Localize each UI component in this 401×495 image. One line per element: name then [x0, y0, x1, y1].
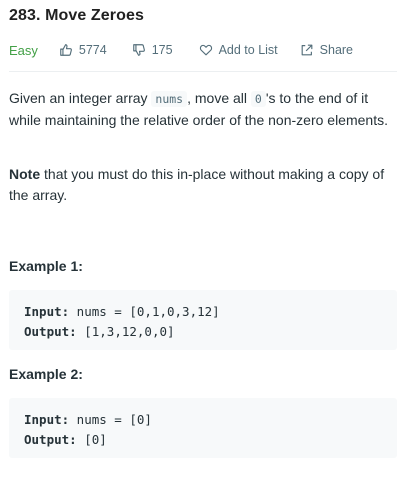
description-text: , move all — [187, 90, 251, 106]
example-input-line: Input: nums = [0] — [24, 410, 382, 430]
note-text: that you must do this in-place without m… — [9, 166, 385, 203]
note-label: Note — [9, 166, 41, 182]
inline-code-zero: 0 — [250, 91, 266, 107]
example-input-line: Input: nums = [0,1,0,3,12] — [24, 302, 382, 322]
dislikes-count: 175 — [151, 43, 173, 57]
heart-icon — [199, 44, 212, 56]
difficulty-badge: Easy — [9, 42, 38, 58]
example-1-block: Input: nums = [0,1,0,3,12] Output: [1,3,… — [9, 290, 397, 350]
share-label: Share — [319, 43, 354, 57]
example-2-block: Input: nums = [0] Output: [0] — [9, 398, 397, 458]
thumbs-up-icon — [60, 44, 72, 56]
output-value: [0] — [76, 432, 107, 447]
input-value: nums = [0,1,0,3,12] — [69, 304, 220, 319]
input-value: nums = [0] — [69, 412, 152, 427]
like-button[interactable]: 5774 — [59, 43, 107, 57]
output-value: [1,3,12,0,0] — [76, 324, 175, 339]
share-button[interactable]: Share — [300, 43, 353, 57]
divider — [9, 71, 397, 72]
output-label: Output: — [24, 324, 77, 339]
add-to-list-button[interactable]: Add to List — [199, 43, 278, 57]
inline-code-nums: nums — [151, 91, 188, 107]
input-label: Input: — [24, 304, 70, 319]
problem-title: 283. Move Zeroes — [9, 7, 144, 24]
example-2-heading: Example 2: — [9, 366, 83, 382]
share-icon — [301, 44, 313, 56]
note-paragraph: Note that you must do this in-place with… — [9, 164, 393, 206]
thumbs-down-icon — [132, 44, 145, 56]
likes-count: 5774 — [78, 43, 107, 57]
example-1-heading: Example 1: — [9, 258, 83, 274]
input-label: Input: — [24, 412, 70, 427]
dislike-button[interactable]: 175 — [132, 43, 173, 57]
output-label: Output: — [24, 432, 77, 447]
example-output-line: Output: [0] — [24, 430, 382, 450]
add-to-list-label: Add to List — [218, 43, 278, 57]
description-text: Given an integer array — [9, 90, 152, 106]
description-paragraph: Given an integer array nums, move all 0 '… — [9, 88, 393, 131]
problem-meta-bar: Easy 5774 175 Add to List Share — [9, 40, 401, 60]
example-output-line: Output: [1,3,12,0,0] — [24, 322, 382, 342]
